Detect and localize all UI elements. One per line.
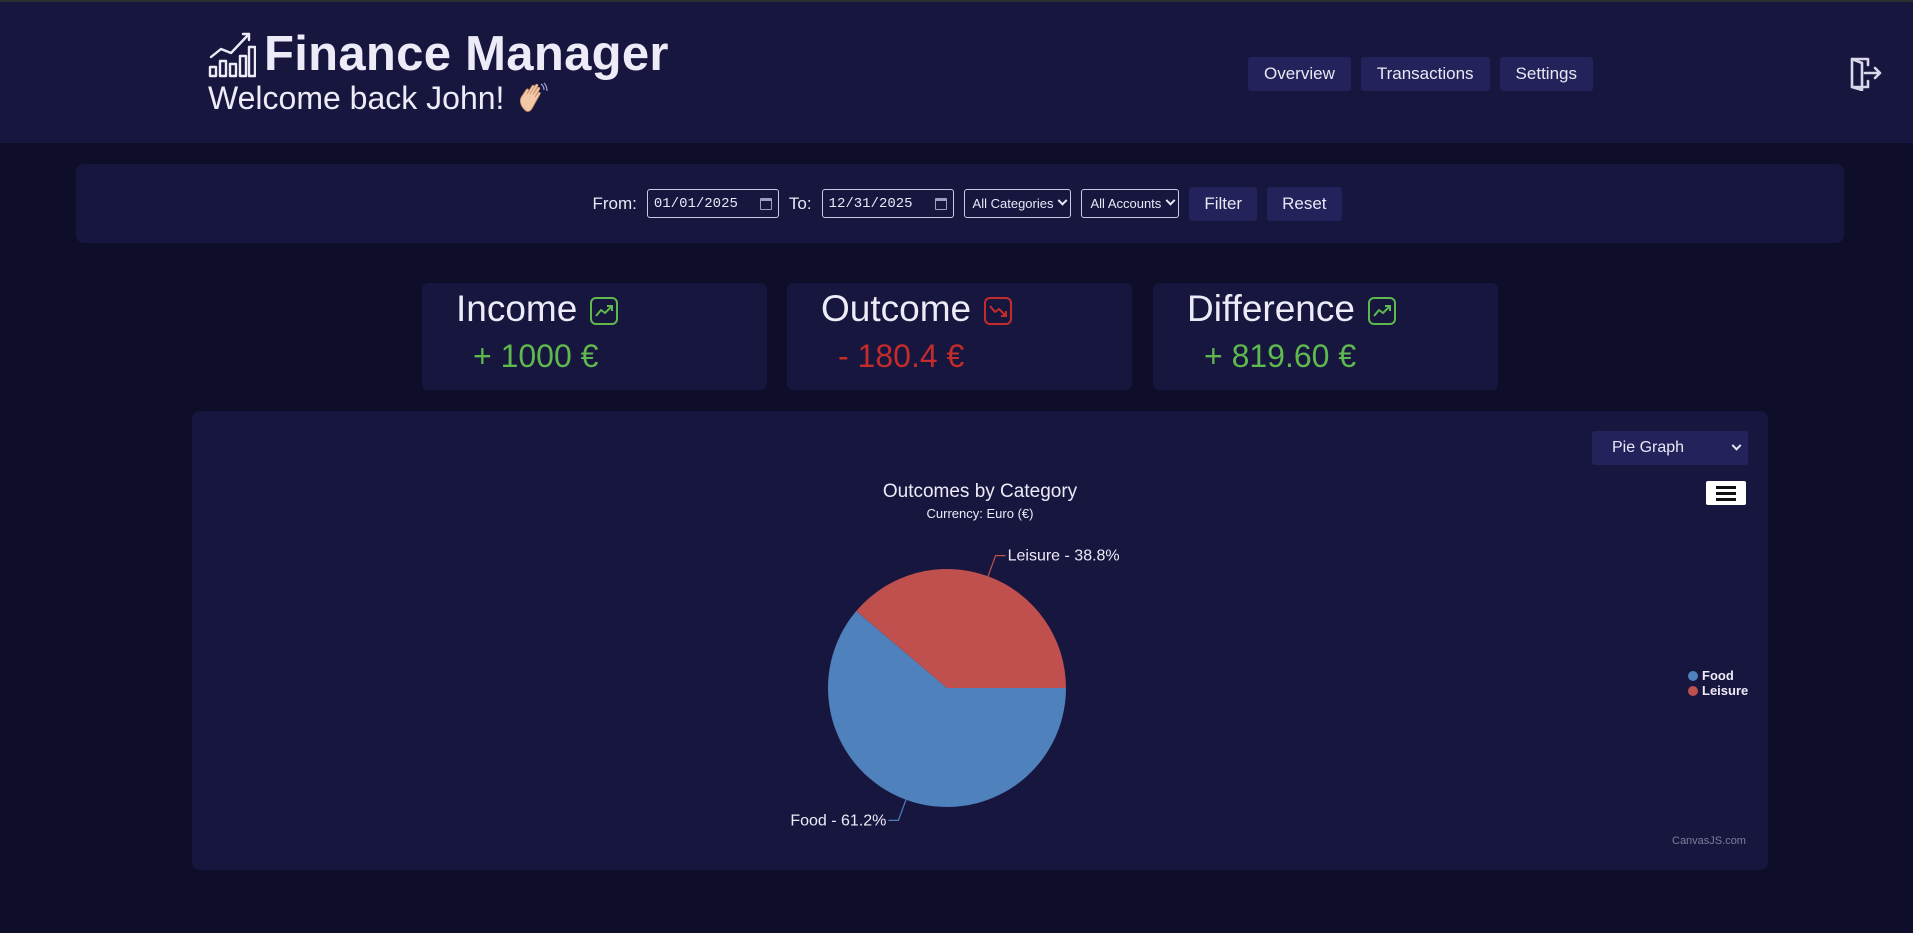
to-date-value: 12/31/2025	[828, 195, 913, 212]
pie-label-connector	[987, 555, 1006, 577]
to-label: To:	[788, 193, 812, 213]
category-select[interactable]: All Categories	[963, 189, 1072, 218]
difference-card: Difference + 819.60 €	[1153, 283, 1498, 390]
filter-button[interactable]: Filter	[1189, 186, 1258, 221]
pie-chart: Outcomes by Category Currency: Euro (€) Fo…	[790, 481, 1748, 829]
account-select[interactable]: All Accounts	[1081, 189, 1180, 218]
main-nav: Overview Transactions Settings	[1248, 57, 1593, 91]
difference-title: Difference	[1187, 288, 1355, 329]
waving-hand-icon	[520, 82, 549, 112]
chart-growth-icon	[208, 32, 256, 78]
nav-settings-button[interactable]: Settings	[1499, 57, 1593, 91]
reset-button[interactable]: Reset	[1267, 186, 1342, 221]
nav-transactions-button[interactable]: Transactions	[1360, 57, 1490, 91]
chart-credit[interactable]: CanvasJS.com	[1672, 835, 1746, 847]
outcome-card: Outcome - 180.4 €	[787, 283, 1132, 390]
app-header: Finance Manager Welcome back John! Overv…	[0, 2, 1913, 143]
pie-label-connector	[888, 799, 907, 821]
legend-item-leisure: Leisure	[1702, 683, 1748, 698]
welcome-message: Welcome back John!	[208, 80, 669, 117]
outcome-title: Outcome	[821, 288, 972, 329]
difference-value: + 819.60 €	[1204, 338, 1357, 374]
income-title: Income	[456, 288, 578, 329]
chart-title: Outcomes by Category	[883, 481, 1078, 502]
hamburger-icon-line	[1716, 497, 1736, 501]
trend-up-icon	[590, 297, 619, 325]
brand: Finance Manager Welcome back John!	[208, 26, 669, 117]
hamburger-icon-line	[1716, 491, 1736, 495]
filter-panel: From: 01/01/2025 To: 12/31/2025 All Cate…	[76, 164, 1844, 243]
to-date-input[interactable]: 12/31/2025	[821, 189, 954, 218]
from-label: From:	[592, 193, 637, 213]
trend-down-icon	[984, 297, 1013, 325]
logout-icon[interactable]	[1848, 55, 1882, 91]
app-title: Finance Manager	[264, 27, 669, 81]
chart-panel: Pie Graph Outcomes by Category Currency: …	[192, 411, 1768, 870]
calendar-icon[interactable]	[759, 197, 772, 210]
pie-slice-label: Leisure - 38.8%	[1008, 548, 1120, 565]
legend-item-food: Food	[1702, 668, 1734, 683]
from-date-input[interactable]: 01/01/2025	[646, 189, 779, 218]
category-select-value: All Categories	[972, 196, 1054, 211]
legend-marker-food	[1688, 671, 1698, 681]
trend-up-icon	[1367, 297, 1396, 325]
from-date-value: 01/01/2025	[653, 195, 738, 212]
legend-marker-leisure	[1688, 686, 1698, 696]
nav-overview-button[interactable]: Overview	[1248, 57, 1351, 91]
account-select-value: All Accounts	[1090, 196, 1162, 211]
hamburger-icon-line	[1716, 485, 1736, 489]
calendar-icon[interactable]	[934, 197, 947, 210]
chevron-down-icon	[1058, 195, 1068, 206]
chart-menu-button[interactable]	[1706, 481, 1746, 505]
outcome-value: - 180.4 €	[838, 338, 965, 374]
income-card: Income + 1000 €	[422, 283, 767, 390]
pie-slice-label: Food - 61.2%	[790, 812, 886, 829]
chart-subtitle: Currency: Euro (€)	[927, 506, 1034, 521]
welcome-text: Welcome back John!	[208, 80, 505, 116]
chevron-down-icon	[1165, 195, 1176, 206]
income-value: + 1000 €	[473, 338, 599, 374]
